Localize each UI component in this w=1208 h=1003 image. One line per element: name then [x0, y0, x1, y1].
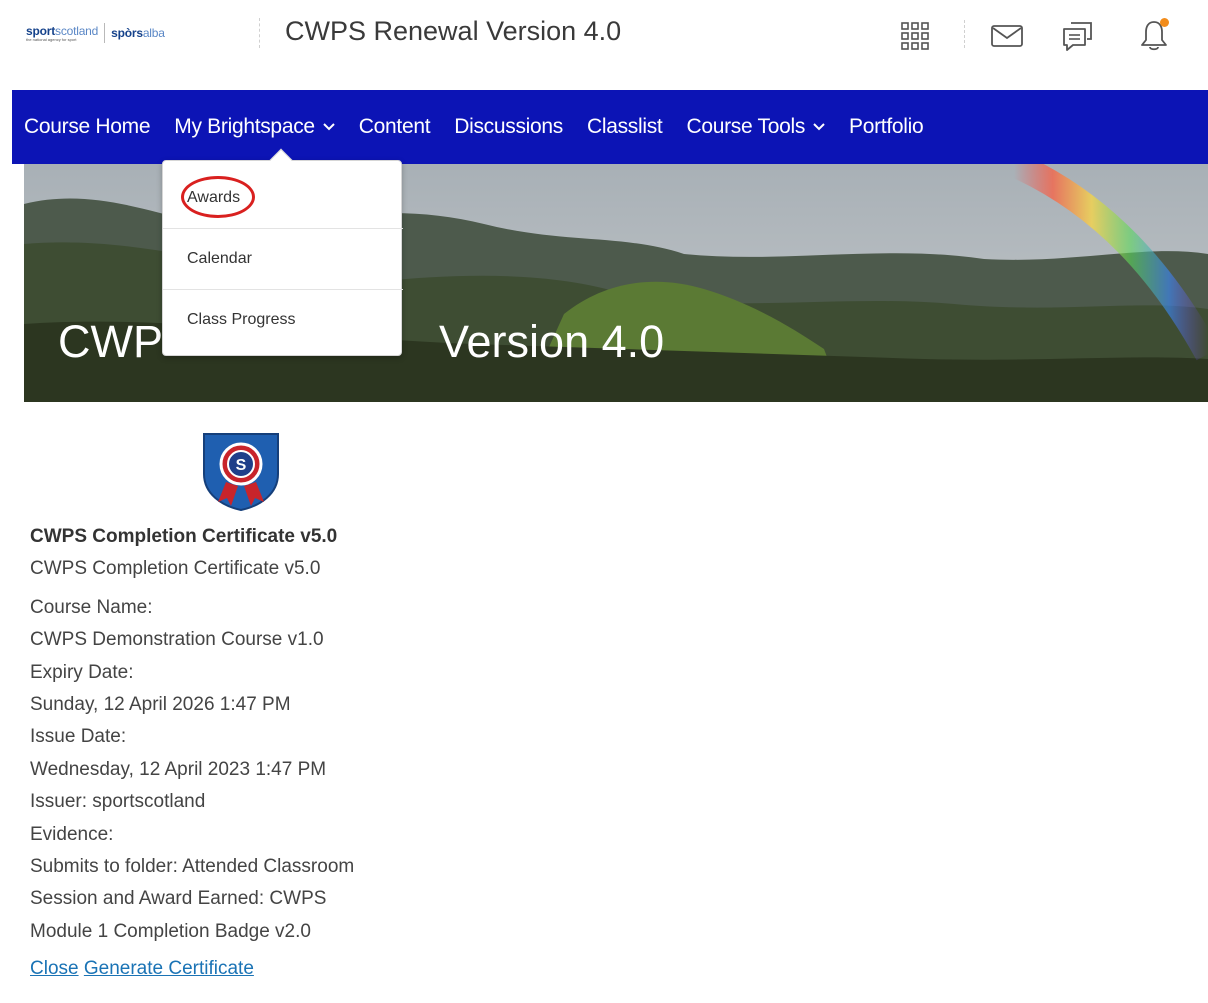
nav-course-tools[interactable]: Course Tools [686, 115, 825, 139]
menu-item-label: Calendar [187, 250, 252, 267]
highlight-circle [181, 176, 255, 218]
nav-classlist[interactable]: Classlist [586, 115, 663, 139]
chevron-down-icon [813, 123, 825, 131]
header-divider [259, 18, 260, 48]
notification-dot [1160, 18, 1169, 27]
course-name-label: Course Name: [30, 596, 153, 618]
nav-discussions[interactable]: Discussions [454, 115, 563, 139]
icon-divider [964, 20, 965, 48]
nav-label: Portfolio [849, 115, 924, 138]
grid-icon[interactable] [897, 18, 933, 54]
logo-divider [104, 23, 106, 43]
issuer: Issuer: sportscotland [30, 791, 206, 813]
award-actions: Close Generate Certificate [30, 958, 254, 980]
menu-item-calendar[interactable]: Calendar [163, 228, 403, 289]
nav-label: My Brightspace [174, 115, 315, 138]
banner-title-left: CWP [58, 316, 163, 367]
logo-sporsalba-text: spòrsalba [111, 26, 165, 40]
award-description: CWPS Completion Certificate v5.0 [30, 558, 321, 580]
course-name-value: CWPS Demonstration Course v1.0 [30, 629, 324, 651]
nav-label: Content [358, 115, 431, 138]
close-link[interactable]: Close [30, 958, 79, 979]
issue-date-value: Wednesday, 12 April 2023 1:47 PM [30, 758, 327, 780]
chat-icon[interactable] [1060, 18, 1096, 54]
course-navbar: Course Home My Brightspace Content Discu… [12, 90, 1208, 164]
badge-letter: S [236, 457, 247, 474]
chevron-down-icon [323, 123, 335, 131]
issue-date-label: Issue Date: [30, 726, 127, 748]
evidence-line: Session and Award Earned: CWPS [30, 888, 327, 910]
menu-item-class-progress[interactable]: Class Progress [163, 289, 403, 350]
mail-icon[interactable] [989, 18, 1025, 54]
nav-course-home[interactable]: Course Home [24, 115, 151, 139]
evidence-label: Evidence: [30, 823, 114, 845]
logo-sportscotland-text: sportscotland [26, 23, 99, 38]
expiry-date-label: Expiry Date: [30, 661, 134, 683]
nav-label: Course Home [24, 115, 151, 138]
nav-label: Course Tools [686, 115, 806, 138]
nav-content[interactable]: Content [358, 115, 431, 139]
generate-certificate-link[interactable]: Generate Certificate [84, 958, 254, 979]
evidence-line: Module 1 Completion Badge v2.0 [30, 920, 311, 942]
nav-label: Classlist [586, 115, 663, 138]
evidence-line: Submits to folder: Attended Classroom [30, 855, 355, 877]
nav-portfolio[interactable]: Portfolio [849, 115, 924, 139]
award-title: CWPS Completion Certificate v5.0 [30, 526, 338, 547]
expiry-date-value: Sunday, 12 April 2026 1:47 PM [30, 693, 291, 715]
nav-my-brightspace[interactable]: My Brightspace [174, 115, 335, 139]
my-brightspace-dropdown: Awards Calendar Class Progress [162, 148, 403, 356]
logo-subtitle: the national agency for sport [26, 36, 77, 42]
org-logo[interactable]: sportscotland the national agency for sp… [26, 20, 165, 46]
menu-item-awards[interactable]: Awards [163, 167, 403, 228]
award-badge-image: S [200, 430, 282, 517]
nav-label: Discussions [454, 115, 563, 138]
bell-icon[interactable] [1136, 18, 1172, 54]
menu-item-label: Class Progress [187, 311, 296, 328]
site-title[interactable]: CWPS Renewal Version 4.0 [285, 16, 621, 47]
award-details: CWPS Completion Certificate v5.0 CWPS Co… [30, 521, 430, 948]
banner-title-right: Version 4.0 [439, 316, 665, 367]
top-header: sportscotland the national agency for sp… [0, 0, 1208, 88]
